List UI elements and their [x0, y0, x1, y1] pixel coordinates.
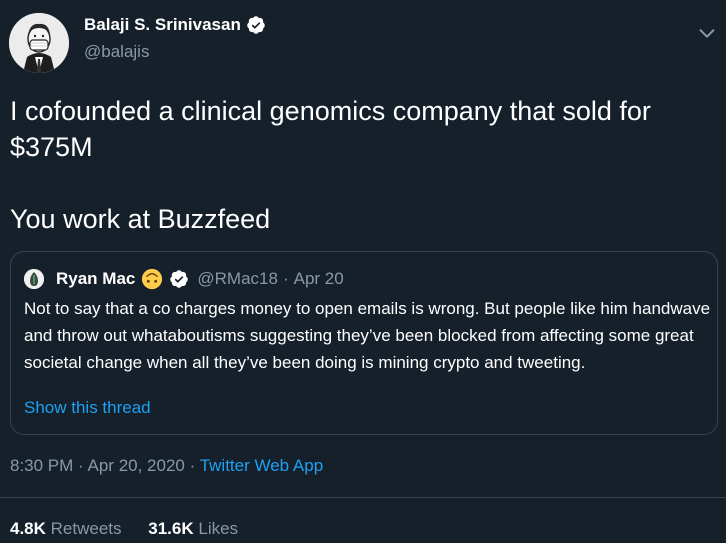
retweets-stat[interactable]: 4.8K Retweets: [10, 519, 126, 538]
likes-count: 31.6K: [148, 519, 194, 538]
verified-badge-icon: [170, 270, 189, 288]
likes-label: Likes: [198, 519, 239, 538]
author-name-row[interactable]: Balaji S. Srinivasan: [84, 15, 266, 35]
author-avatar[interactable]: [9, 13, 69, 73]
quote-avatar-image: [24, 269, 44, 289]
likes-stat[interactable]: 31.6K Likes: [148, 519, 238, 538]
quoted-tweet-card[interactable]: Ryan Mac @RMac18 · Apr 20 Not to say tha…: [10, 251, 718, 435]
retweets-count: 4.8K: [10, 519, 46, 538]
meta-separator: ·: [78, 456, 84, 475]
author-handle[interactable]: @balajis: [84, 42, 149, 62]
quoted-tweet-text: Not to say that a co charges money to op…: [24, 299, 711, 372]
quote-author-name: Ryan Mac: [56, 269, 136, 288]
tweet-source-link[interactable]: Twitter Web App: [200, 456, 323, 475]
quote-date: Apr 20: [293, 269, 344, 288]
divider: [0, 497, 726, 498]
quote-author-handle: @RMac18: [197, 269, 278, 288]
quote-dot-separator: ·: [282, 269, 289, 288]
quote-avatar: [24, 269, 44, 289]
tweet-date[interactable]: Apr 20, 2020: [88, 456, 185, 475]
tweet-stats: 4.8K Retweets 31.6K Likes: [10, 519, 260, 539]
quoted-tweet-header: Ryan Mac @RMac18 · Apr 20: [24, 267, 344, 291]
verified-badge-icon: [247, 16, 265, 34]
chevron-down-icon[interactable]: [696, 22, 718, 44]
tweet-text: I cofounded a clinical genomics company …: [10, 96, 651, 234]
author-name[interactable]: Balaji S. Srinivasan: [84, 15, 241, 35]
tweet-time[interactable]: 8:30 PM: [10, 456, 73, 475]
show-thread-link[interactable]: Show this thread: [24, 398, 151, 418]
meta-separator: ·: [189, 456, 196, 475]
avatar-image: [9, 13, 69, 73]
tweet-meta: 8:30 PM · Apr 20, 2020 · Twitter Web App: [10, 456, 323, 476]
retweets-label: Retweets: [50, 519, 122, 538]
upside-down-face-emoji-icon: [142, 268, 163, 290]
